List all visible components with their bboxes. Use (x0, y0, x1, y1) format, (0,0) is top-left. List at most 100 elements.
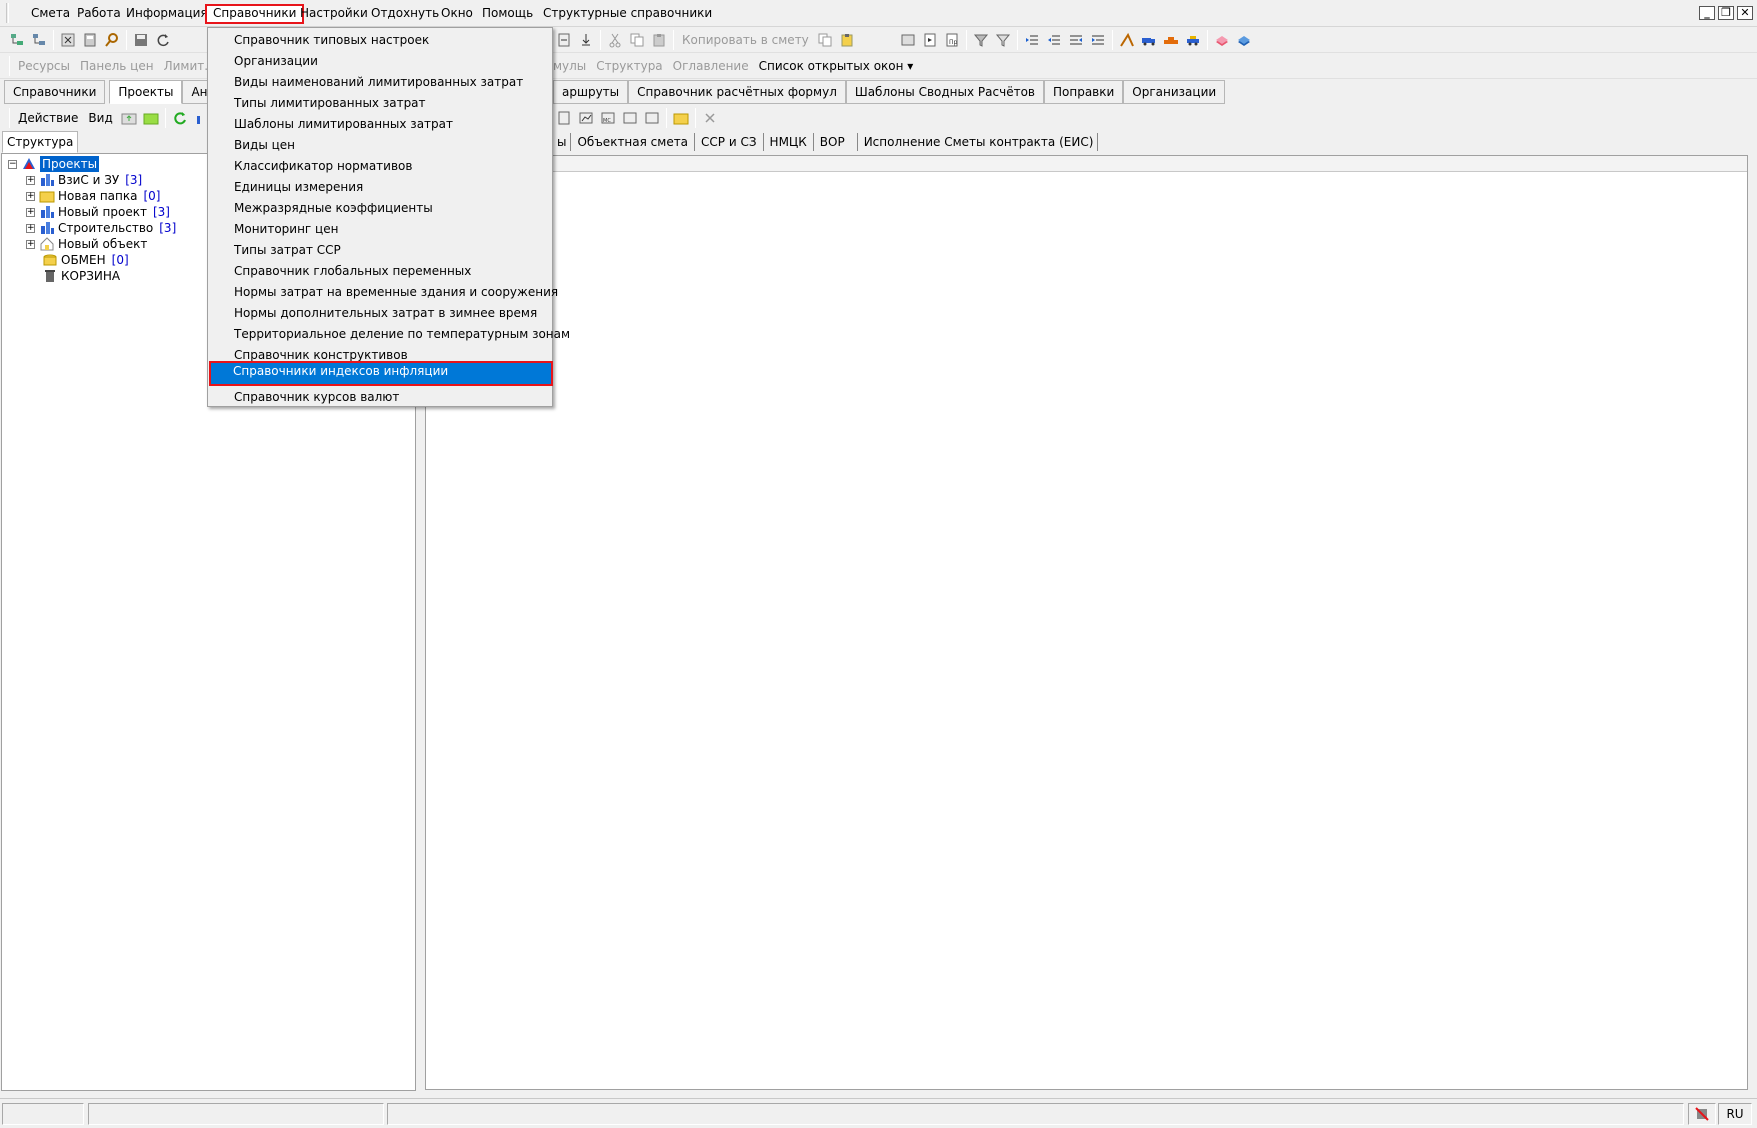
folder-add-icon[interactable] (140, 107, 162, 129)
view-menu[interactable]: Вид (83, 106, 117, 130)
tree-node[interactable]: + Строительство [3] (26, 220, 176, 236)
menu-option-units[interactable]: Единицы измерения (210, 177, 550, 198)
search-icon[interactable] (101, 29, 123, 51)
menu-pomosch[interactable]: Помощь (476, 4, 539, 24)
car-icon[interactable] (1182, 29, 1204, 51)
excel-icon[interactable] (57, 29, 79, 51)
indent-left-icon[interactable] (1021, 29, 1043, 51)
copy-small-icon[interactable] (814, 29, 836, 51)
tree-node[interactable]: ОБМЕН [0] (42, 252, 129, 268)
paste-yellow-icon[interactable] (836, 29, 858, 51)
doc-tab-eis[interactable]: Исполнение Сметы контракта (ЕИС) (858, 133, 1099, 151)
filter-icon[interactable] (970, 29, 992, 51)
menu-nastroiki[interactable]: Настройки (294, 4, 374, 24)
menu-option-winter-costs-norms[interactable]: Нормы дополнительных затрат в зимнее вре… (210, 303, 550, 324)
menu-spravochniki[interactable]: Справочники (205, 4, 305, 24)
report-icon[interactable] (897, 29, 919, 51)
crane-icon[interactable] (1116, 29, 1138, 51)
paste-icon[interactable] (648, 29, 670, 51)
menu-option-limited-cost-names[interactable]: Виды наименований лимитированных затрат (210, 72, 550, 93)
doc-chart-icon[interactable] (575, 107, 597, 129)
refresh-icon[interactable] (152, 29, 174, 51)
tree-node[interactable]: + Новый проект [3] (26, 204, 170, 220)
menu-option-inflation-indices[interactable]: Справочники индексов инфляции (209, 361, 553, 386)
arrow-down-icon[interactable] (575, 29, 597, 51)
minimize-icon[interactable]: _ (1699, 6, 1715, 20)
tree-node[interactable]: + ВзиС и ЗУ [3] (26, 172, 142, 188)
doc-insert-icon[interactable] (553, 29, 575, 51)
tab-organizacii[interactable]: Организации (1123, 80, 1226, 104)
expand-icon[interactable]: + (26, 175, 35, 185)
menu-otdohnut[interactable]: Отдохнуть (365, 4, 445, 24)
tab-svodnye-templates[interactable]: Шаблоны Сводных Расчётов (845, 80, 1044, 104)
expand-icon[interactable]: + (26, 191, 35, 201)
menu-okno[interactable]: Окно (435, 4, 479, 24)
folder-up-icon[interactable] (118, 107, 140, 129)
menu-smeta[interactable]: Смета (25, 4, 76, 24)
tree-node[interactable]: + Новая папка [0] (26, 188, 160, 204)
menu-option-limited-cost-types[interactable]: Типы лимитированных затрат (210, 93, 550, 114)
doc-tab-fragment[interactable]: ы (553, 133, 572, 151)
tree-node[interactable]: КОРЗИНА (42, 268, 120, 284)
doc-pr-icon[interactable]: Пр (941, 29, 963, 51)
books-red-icon[interactable] (1211, 29, 1233, 51)
tab-popravki[interactable]: Поправки (1043, 80, 1124, 104)
menu-strukturnye-spravochniki[interactable]: Структурные справочники (537, 4, 718, 24)
menu-option-organizations[interactable]: Организации (210, 51, 550, 72)
menu-option-typical-settings[interactable]: Справочник типовых настроек (210, 30, 550, 51)
tab-marshruty[interactable]: аршруты (553, 80, 629, 104)
doc-tab-nmck[interactable]: НМЦК (764, 133, 814, 151)
expand-icon[interactable]: + (26, 207, 35, 217)
open-windows-dropdown[interactable]: Список открытых окон ▾ (754, 54, 919, 78)
menu-rabota[interactable]: Работа (71, 4, 127, 24)
tree-add-icon[interactable] (6, 29, 28, 51)
tree-move-icon[interactable] (28, 29, 50, 51)
menu-informaciya[interactable]: Информация (120, 4, 214, 24)
document-area[interactable] (425, 155, 1748, 1090)
expand-icon[interactable]: + (26, 239, 35, 249)
menu-option-global-variables[interactable]: Справочник глобальных переменных (210, 261, 550, 282)
doc-mc-icon[interactable]: МС (597, 107, 619, 129)
books-blue-icon[interactable] (1233, 29, 1255, 51)
outdent-icon[interactable] (1065, 29, 1087, 51)
menu-option-temperature-zones[interactable]: Территориальное деление по температурным… (210, 324, 570, 345)
filter-list-icon[interactable] (992, 29, 1014, 51)
cut-icon[interactable] (604, 29, 626, 51)
menu-option-currency-rates[interactable]: Справочник курсов валют (210, 387, 550, 408)
doc-grid-icon[interactable] (553, 107, 575, 129)
folder-yellow-icon[interactable] (670, 107, 692, 129)
truck-blue-icon[interactable] (1138, 29, 1160, 51)
tab-formulas[interactable]: Справочник расчётных формул (628, 80, 846, 104)
close-icon[interactable]: ✕ (1737, 6, 1753, 20)
calculator-icon[interactable] (79, 29, 101, 51)
menu-option-price-monitoring[interactable]: Мониторинг цен (210, 219, 550, 240)
menu-option-grade-coefficients[interactable]: Межразрядные коэффициенты (210, 198, 550, 219)
resources-button[interactable]: Ресурсы (13, 54, 75, 78)
collapse-icon[interactable]: − (8, 159, 17, 169)
action-menu[interactable]: Действие (13, 106, 83, 130)
tab-spravochniki[interactable]: Справочники (4, 80, 106, 104)
menu-option-ssr-cost-types[interactable]: Типы затрат ССР (210, 240, 550, 261)
menu-option-temporary-buildings-norms[interactable]: Нормы затрат на временные здания и соору… (210, 282, 558, 303)
doc-tab-ssr[interactable]: ССР и СЗ (695, 133, 764, 151)
contents-button[interactable]: Оглавление (668, 54, 754, 78)
doc-tab-vor[interactable]: ВОР (814, 133, 858, 151)
tab-proekty[interactable]: Проекты (109, 80, 183, 104)
expand-icon[interactable]: + (26, 223, 35, 233)
doc-rf-icon[interactable] (641, 107, 663, 129)
menu-option-limited-cost-templates[interactable]: Шаблоны лимитированных затрат (210, 114, 550, 135)
structure-button[interactable]: Структура (591, 54, 667, 78)
menu-option-norm-classifier[interactable]: Классификатор нормативов (210, 156, 550, 177)
tree-node[interactable]: + Новый объект (26, 236, 153, 252)
refresh-green-icon[interactable] (169, 107, 191, 129)
indent-icon[interactable] (1087, 29, 1109, 51)
menu-option-price-types[interactable]: Виды цен (210, 135, 550, 156)
save-icon[interactable] (130, 29, 152, 51)
doc-tab-object-estimate[interactable]: Объектная смета (571, 133, 696, 151)
machine-orange-icon[interactable] (1160, 29, 1182, 51)
tab-struktura[interactable]: Структура (2, 131, 79, 153)
indent-right-icon[interactable] (1043, 29, 1065, 51)
doc-play-icon[interactable] (919, 29, 941, 51)
price-panel-button[interactable]: Панель цен (75, 54, 159, 78)
copy-icon[interactable] (626, 29, 648, 51)
